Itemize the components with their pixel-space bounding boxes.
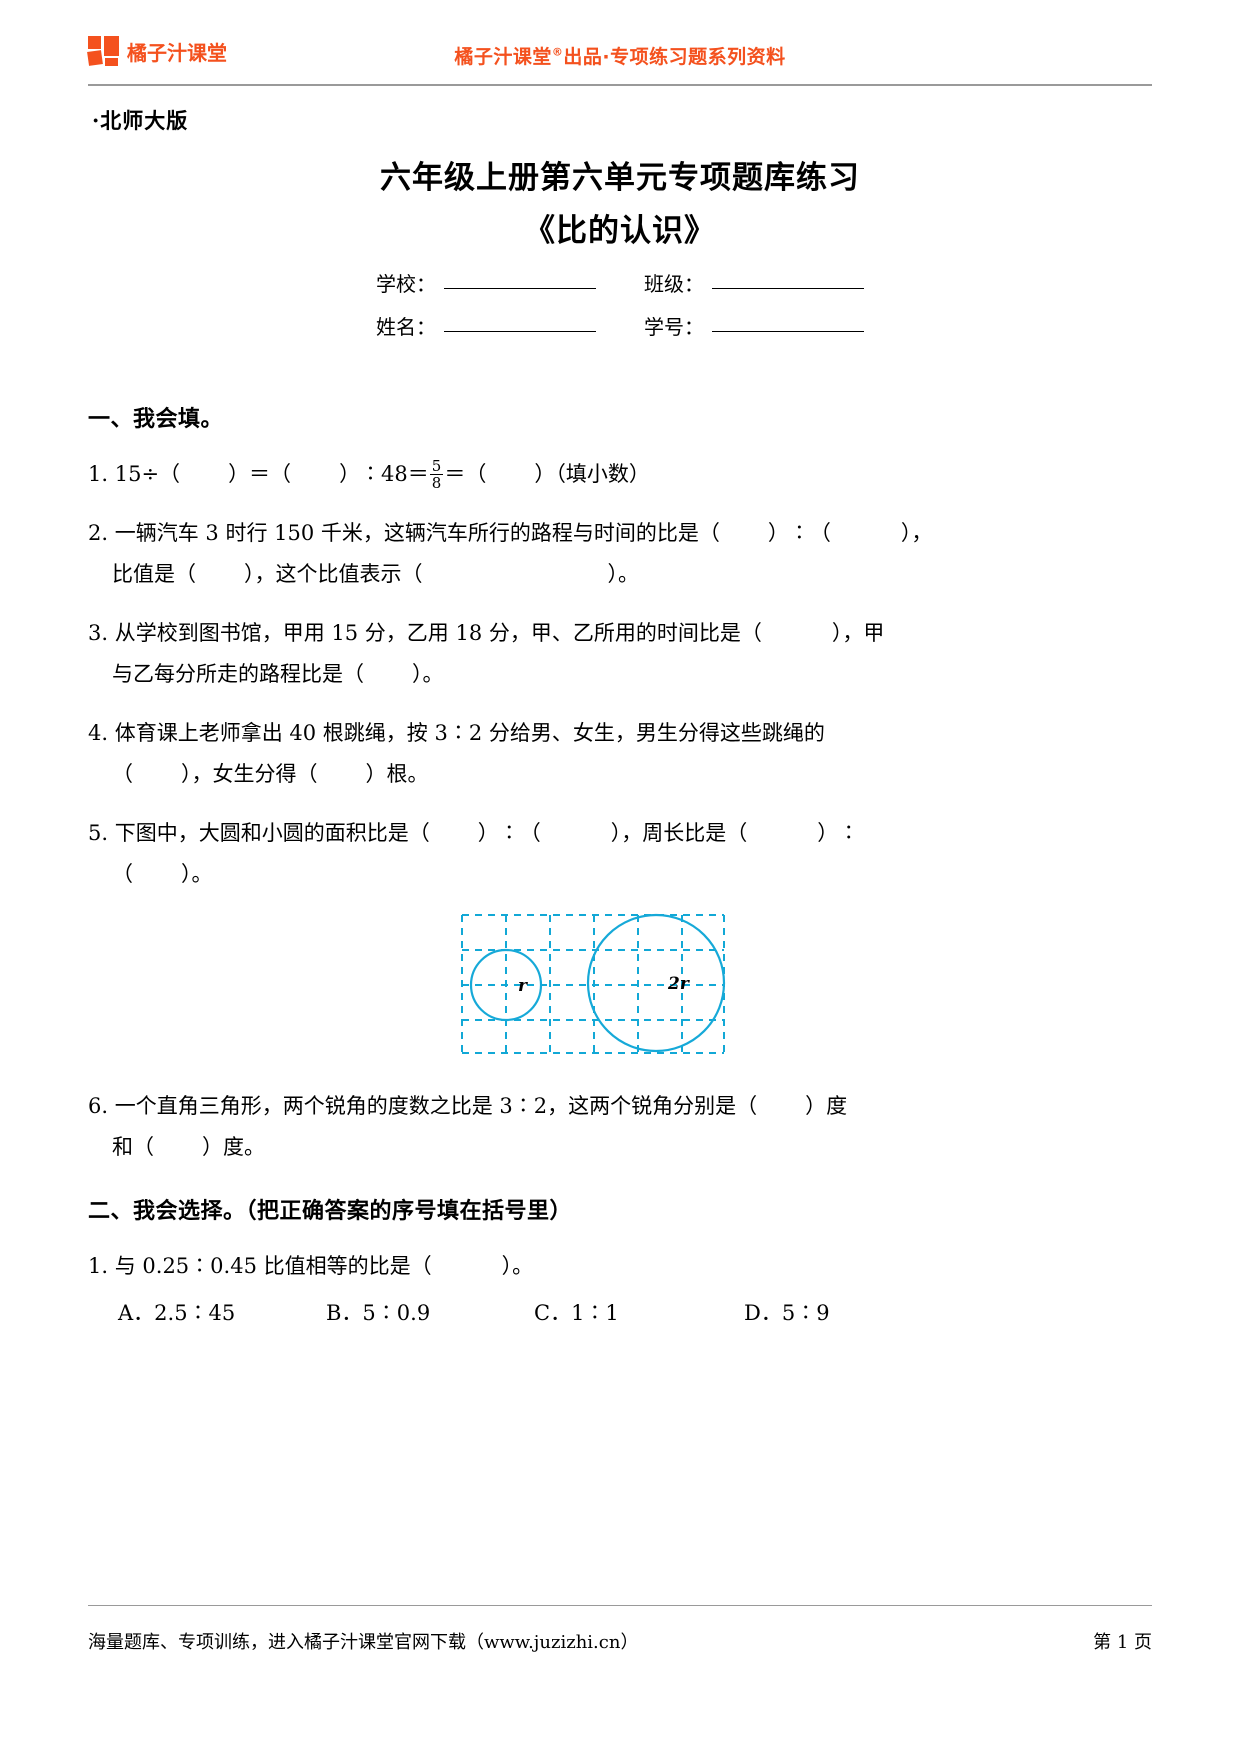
q2-line2-c: ）。 bbox=[607, 561, 640, 586]
q2-line2-b: ），这个比值表示（ bbox=[244, 561, 423, 586]
fraction-five-eighths: 58 bbox=[429, 456, 444, 493]
q6-line2-a: 和（ bbox=[112, 1135, 154, 1160]
option-c[interactable]: C．1∶1 bbox=[534, 1297, 744, 1330]
school-label: 学校： bbox=[376, 272, 436, 296]
large-circle bbox=[586, 913, 726, 1052]
student-id-label: 学号： bbox=[644, 315, 704, 339]
class-label: 班级： bbox=[644, 272, 704, 296]
q6-line1-a: 一个直角三角形，两个锐角的度数之比是 3∶2，这两个锐角分别是（ bbox=[114, 1094, 758, 1119]
q3-number: 3. bbox=[88, 620, 109, 645]
q2-number: 2. bbox=[88, 521, 109, 546]
option-a[interactable]: A．2.5∶45 bbox=[118, 1297, 326, 1330]
s2q1-text-a: 与 0.25∶0.45 比值相等的比是（ bbox=[114, 1254, 432, 1279]
question-2-1: 1. 与 0.25∶0.45 比值相等的比是（ ）。 bbox=[88, 1246, 1098, 1287]
student-id-field[interactable]: 学号： bbox=[644, 311, 864, 340]
q4-line2-b: ），女生分得（ bbox=[181, 761, 318, 786]
small-circle-label: r bbox=[518, 976, 528, 996]
header-slogan: 橘子汁课堂®出品·专项练习题系列资料 bbox=[88, 42, 1152, 69]
fraction-denominator: 8 bbox=[429, 474, 444, 493]
circles-figure: r 2r bbox=[88, 913, 1098, 1065]
section-heading-one: 一、我会填。 bbox=[88, 406, 224, 432]
slogan-suffix: 出品·专项练习题系列资料 bbox=[563, 46, 786, 68]
class-input[interactable] bbox=[712, 288, 864, 289]
q5-line1-d: ）∶ bbox=[817, 820, 860, 845]
name-field[interactable]: 姓名： bbox=[376, 311, 596, 340]
fraction-numerator: 5 bbox=[431, 456, 442, 475]
info-row-1: 学校： 班级： bbox=[0, 268, 1240, 297]
question-1-2: 2. 一辆汽车 3 时行 150 千米，这辆汽车所行的路程与时间的比是（ ）∶（ ）… bbox=[88, 513, 1098, 595]
q1-number: 1. bbox=[88, 462, 109, 487]
q4-number: 4. bbox=[88, 720, 109, 745]
s2q1-text-b: ）。 bbox=[501, 1254, 534, 1279]
q4-line1: 体育课上老师拿出 40 根跳绳，按 3∶2 分给男、女生，男生分得这些跳绳的 bbox=[114, 720, 825, 745]
page-footer: 海量题库、专项训练，进入橘子汁课堂官网下载（www.juzizhi.cn） 第 … bbox=[88, 1628, 1152, 1654]
q6-line2-b: ）度。 bbox=[202, 1135, 265, 1160]
footer-note: 海量题库、专项训练，进入橘子汁课堂官网下载（www.juzizhi.cn） bbox=[88, 1632, 639, 1653]
large-circle-label: 2r bbox=[667, 974, 690, 994]
q6-line1-b: ）度 bbox=[805, 1094, 848, 1119]
option-b[interactable]: B．5∶0.9 bbox=[326, 1297, 534, 1330]
edition-label: ·北师大版 bbox=[92, 108, 189, 133]
registered-mark: ® bbox=[551, 45, 564, 59]
name-label: 姓名： bbox=[376, 315, 436, 339]
class-field[interactable]: 班级： bbox=[644, 268, 864, 297]
question-1-5: 5. 下图中，大圆和小圆的面积比是（ ）∶（ ），周长比是（ ）∶ （ ）。 bbox=[88, 813, 1098, 895]
q2-line1-c: ）， bbox=[900, 521, 933, 546]
q5-line2-a: （ bbox=[112, 861, 133, 886]
q5-line2-b: ）。 bbox=[181, 861, 213, 886]
q1-part3: ）∶48＝ bbox=[339, 462, 429, 487]
page-title: 六年级上册第六单元专项题库练习 bbox=[380, 160, 860, 196]
q5-number: 5. bbox=[88, 820, 109, 845]
student-id-input[interactable] bbox=[712, 331, 864, 332]
question-1-4: 4. 体育课上老师拿出 40 根跳绳，按 3∶2 分给男、女生，男生分得这些跳绳… bbox=[88, 713, 1098, 795]
q5-line1-c: ），周长比是（ bbox=[610, 820, 748, 845]
page-number: 第 1 页 bbox=[1093, 1632, 1152, 1653]
q2-line2-a: 比值是（ bbox=[112, 561, 196, 586]
q3-line2-a: 与乙每分所走的路程比是（ bbox=[112, 661, 364, 686]
question-1-3: 3. 从学校到图书馆，甲用 15 分，乙用 18 分，甲、乙所用的时间比是（ ），… bbox=[88, 613, 1098, 695]
s2q1-number: 1. bbox=[88, 1254, 109, 1279]
slogan-prefix: 橘子汁课堂 bbox=[454, 46, 552, 68]
q5-line1-a: 下图中，大圆和小圆的面积比是（ bbox=[114, 820, 430, 845]
question-1-1: 1. 15÷（ ）＝（ ）∶48＝ 5 8 ＝（ ）（填小数） bbox=[88, 454, 1098, 495]
question-1-6: 6. 一个直角三角形，两个锐角的度数之比是 3∶2，这两个锐角分别是（ ）度 和（… bbox=[88, 1086, 1098, 1168]
option-d[interactable]: D．5∶9 bbox=[744, 1297, 830, 1330]
q3-line2-b: ）。 bbox=[412, 661, 444, 686]
info-row-2: 姓名： 学号： bbox=[0, 311, 1240, 340]
q6-number: 6. bbox=[88, 1094, 109, 1119]
school-field[interactable]: 学校： bbox=[376, 268, 596, 297]
worksheet-body: 一、我会填。 1. 15÷（ ）＝（ ）∶48＝ 5 8 ＝（ ）（填小数） 2. 一辆汽车… bbox=[88, 398, 1098, 1344]
section-heading-two: 二、我会选择。（把正确答案的序号填在括号里） bbox=[88, 1197, 573, 1224]
q2-line1-b: ）∶（ bbox=[767, 521, 831, 546]
q1-part2: ）＝（ bbox=[228, 462, 292, 487]
q3-line1-a: 从学校到图书馆，甲用 15 分，乙用 18 分，甲、乙所用的时间比是（ bbox=[114, 620, 762, 645]
student-info-block: 学校： 班级： 姓名： 学号： bbox=[0, 268, 1240, 354]
name-input[interactable] bbox=[444, 331, 596, 332]
q4-line2-a: （ bbox=[112, 761, 133, 786]
page-header: 橘子汁课堂 橘子汁课堂®出品·专项练习题系列资料 bbox=[87, 30, 1152, 92]
header-divider bbox=[88, 84, 1152, 86]
q4-line2-c: ）根。 bbox=[365, 761, 429, 786]
circles-diagram-svg: r 2r bbox=[461, 913, 726, 1054]
q1-part4: ＝（ bbox=[444, 462, 487, 487]
q1-part5: ）（填小数） bbox=[534, 462, 650, 487]
school-input[interactable] bbox=[444, 288, 596, 289]
q5-line1-b: ）∶（ bbox=[477, 820, 541, 845]
footer-divider bbox=[88, 1604, 1152, 1606]
page-subtitle: 《比的认识》 bbox=[524, 213, 716, 249]
q3-line1-b: ），甲 bbox=[831, 620, 885, 645]
q2-line1-a: 一辆汽车 3 时行 150 千米，这辆汽车所行的路程与时间的比是（ bbox=[114, 521, 720, 546]
q1-part1: 15÷（ bbox=[114, 462, 181, 487]
answer-options-list: A．2.5∶45 B．5∶0.9 C．1∶1 D．5∶9 bbox=[88, 1297, 1098, 1330]
